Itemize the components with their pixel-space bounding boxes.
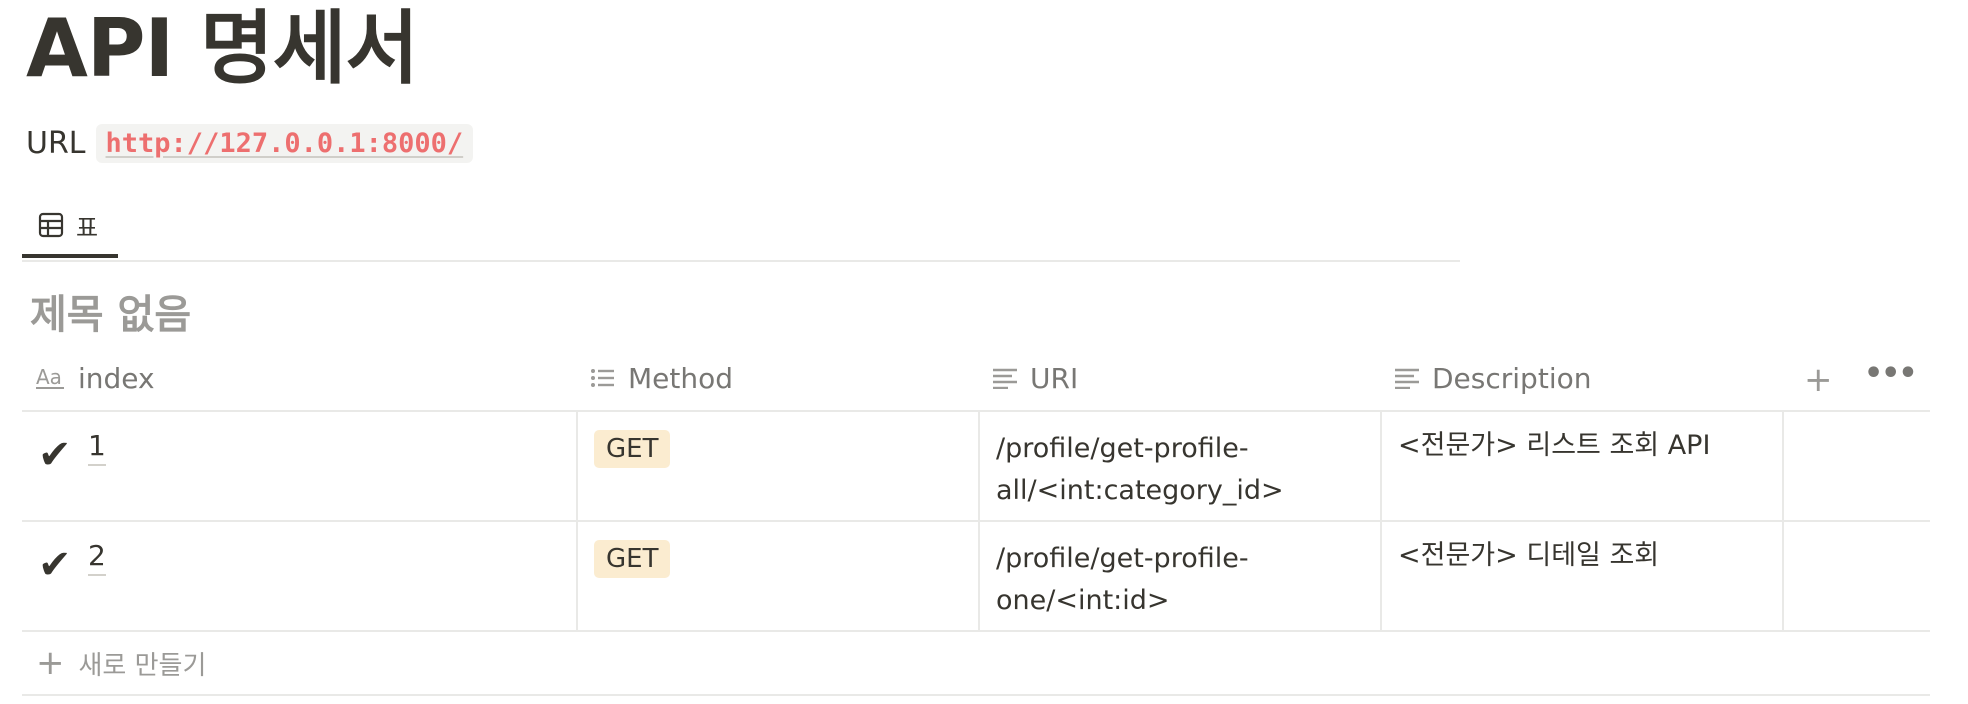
column-label: index	[78, 361, 155, 395]
uri-line: /profile/get-profile-	[996, 543, 1249, 574]
description-cell[interactable]: <전문가> 리스트 조회 API	[1380, 412, 1782, 520]
description-text: <전문가> 리스트 조회 API	[1398, 430, 1711, 461]
add-column-icon[interactable]: +	[1804, 360, 1833, 400]
description-text: <전문가> 디테일 조회	[1398, 540, 1660, 571]
title-aa-icon: Aa	[36, 366, 66, 390]
table-row[interactable]: ✔ 2 GET /profile/get-profile- one/<int:i…	[22, 522, 1930, 632]
description-cell[interactable]: <전문가> 디테일 조회	[1380, 522, 1782, 630]
uri-cell[interactable]: /profile/get-profile- all/<int:category_…	[978, 412, 1380, 520]
uri-text: /profile/get-profile- one/<int:id>	[996, 538, 1376, 622]
list-icon	[590, 367, 616, 389]
method-tag[interactable]: GET	[594, 430, 671, 468]
plus-icon: +	[36, 643, 65, 683]
table-row[interactable]: ✔ 1 GET /profile/get-profile- all/<int:c…	[22, 412, 1930, 522]
index-cell[interactable]: ✔ 1	[22, 412, 576, 520]
method-cell[interactable]: GET	[576, 412, 978, 520]
svg-text:Aa: Aa	[36, 366, 62, 389]
checkmark-icon: ✔	[38, 432, 72, 478]
uri-line: one/<int:id>	[996, 585, 1170, 616]
method-tag[interactable]: GET	[594, 540, 671, 578]
uri-line: /profile/get-profile-	[996, 433, 1249, 464]
column-label: URI	[1030, 361, 1079, 395]
view-tabs: 표	[22, 196, 1460, 262]
uri-cell[interactable]: /profile/get-profile- one/<int:id>	[978, 522, 1380, 630]
index-value[interactable]: 2	[88, 538, 106, 576]
uri-text: /profile/get-profile- all/<int:category_…	[996, 428, 1376, 512]
new-row-button[interactable]: + 새로 만들기	[22, 632, 1930, 696]
text-lines-icon	[992, 367, 1018, 389]
table-icon	[38, 212, 64, 238]
index-cell[interactable]: ✔ 2	[22, 522, 576, 630]
column-label: Description	[1432, 361, 1592, 395]
page-title: API 명세서	[26, 2, 419, 95]
column-header-uri[interactable]: URI	[992, 346, 1078, 410]
url-code[interactable]: http://127.0.0.1:8000/	[95, 124, 474, 163]
column-header-method[interactable]: Method	[590, 346, 733, 410]
uri-line: all/<int:category_id>	[996, 475, 1284, 506]
method-cell[interactable]: GET	[576, 522, 978, 630]
database-title[interactable]: 제목 없음	[30, 282, 191, 340]
url-label: URL	[26, 126, 86, 161]
table-header: Aa index Method URI Description + •••	[22, 346, 1930, 412]
tab-label: 표	[76, 213, 99, 242]
empty-cell[interactable]	[1782, 522, 1930, 630]
database-table: Aa index Method URI Description + ••• ✔ …	[22, 346, 1930, 696]
url-property: URL http://127.0.0.1:8000/	[26, 124, 474, 163]
empty-cell[interactable]	[1782, 412, 1930, 520]
column-header-description[interactable]: Description	[1394, 346, 1591, 410]
tab-table-view[interactable]: 표	[22, 196, 118, 258]
new-row-label: 새로 만들기	[78, 650, 207, 681]
column-header-index[interactable]: Aa index	[36, 346, 155, 410]
column-label: Method	[628, 361, 734, 395]
text-lines-icon	[1394, 367, 1420, 389]
more-options-icon[interactable]: •••	[1864, 356, 1918, 391]
checkmark-icon: ✔	[38, 542, 72, 588]
index-value[interactable]: 1	[88, 428, 106, 466]
